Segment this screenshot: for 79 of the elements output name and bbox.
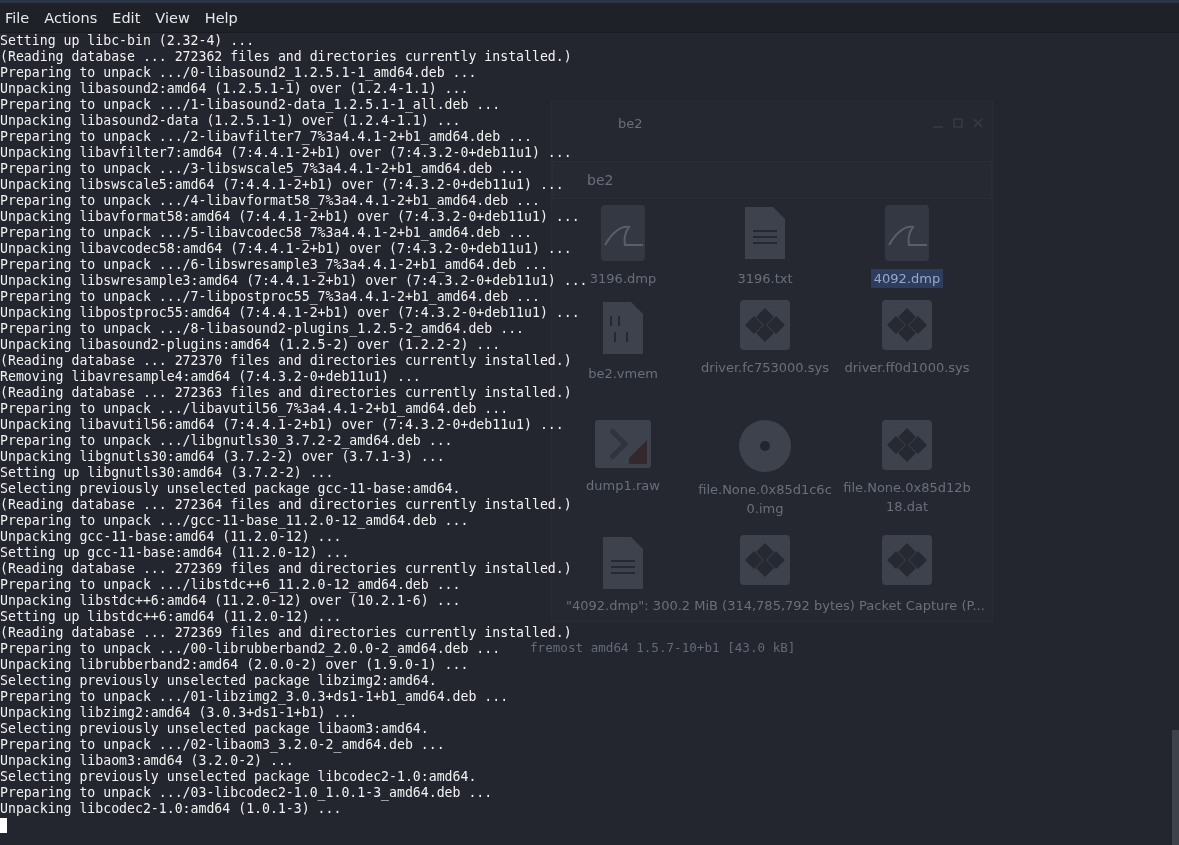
- window-title: be2: [618, 115, 644, 131]
- terminal-line: (Reading database ... 272362 files and directories currently installed.): [0, 49, 572, 65]
- terminal-line: Selecting previously unselected package libzimg2:amd64.: [0, 673, 437, 689]
- diamond-file-icon: [740, 300, 790, 350]
- diamond-file-icon: [882, 420, 932, 470]
- terminal-line: Preparing to unpack .../gcc-11-base_11.2.0-12_amd64.deb ...: [0, 513, 469, 529]
- terminal-line: Preparing to unpack .../02-libaom3_3.2.0-2_amd64.deb ...: [0, 737, 445, 753]
- terminal-line: Preparing to unpack .../6-libswresample3_7%3a4.4.1-2+b1_amd64.deb ...: [0, 257, 548, 273]
- terminal-line: Unpacking librubberband2:amd64 (2.0.0-2) over (1.9.0-1) ...: [0, 657, 469, 673]
- menu-item[interactable]: Actions: [41, 9, 106, 26]
- terminal-line: Preparing to unpack .../2-libavfilter7_7%3a4.4.1-2+b1_amd64.deb ...: [0, 129, 532, 145]
- diamond-file-icon: [882, 300, 932, 350]
- scrollbar-thumb[interactable]: [1172, 730, 1179, 845]
- terminal-line: Unpacking libavcodec58:amd64 (7:4.4.1-2+b1) over (7:4.3.2-0+deb11u1) ...: [0, 241, 572, 257]
- terminal-line: Unpacking gcc-11-base:amd64 (11.2.0-12) ...: [0, 529, 342, 545]
- terminal-line: Setting up gcc-11-base:amd64 (11.2.0-12) ...: [0, 545, 350, 561]
- path-text: be2: [587, 172, 615, 188]
- document-icon: [743, 205, 787, 261]
- terminal-line: Unpacking libzimg2:amd64 (3.0.3+ds1-1+b1) ...: [0, 705, 358, 721]
- terminal-line: Selecting previously unselected package libcodec2-1.0:amd64.: [0, 769, 477, 785]
- terminal-line: Preparing to unpack .../5-libavcodec58_7%3a4.4.1-2+b1_amd64.deb ...: [0, 225, 532, 241]
- file-name[interactable]: be2.vmem: [585, 364, 661, 383]
- file-name[interactable]: file.None.0x85d12b18.dat: [837, 478, 977, 516]
- menu-item[interactable]: File: [2, 9, 38, 26]
- terminal-line: Preparing to unpack .../00-librubberband2_2.0.0-2_amd64.deb ...: [0, 641, 501, 657]
- menu-item[interactable]: Help: [201, 9, 246, 26]
- terminal-line: Preparing to unpack .../7-libpostproc55_7%3a4.4.1-2+b1_amd64.deb ...: [0, 289, 540, 305]
- text-cursor: [0, 818, 7, 833]
- terminal-line: Unpacking libswscale5:amd64 (7:4.4.1-2+b1) over (7:4.3.2-0+deb11u1) ...: [0, 177, 564, 193]
- terminal-line: Preparing to unpack .../libgnutls30_3.7.2-2_amd64.deb ...: [0, 433, 453, 449]
- terminal-line: Unpacking libaom3:amd64 (3.2.0-2) ...: [0, 753, 294, 769]
- terminal-line: Preparing to unpack .../libavutil56_7%3a4.4.1-2+b1_amd64.deb ...: [0, 401, 509, 417]
- terminal-line: Removing libavresample4:amd64 (7:4.3.2-0+deb11u1) ...: [0, 369, 421, 385]
- file-name[interactable]: 4092.dmp: [870, 269, 944, 288]
- terminal-line: Unpacking libavformat58:amd64 (7:4.4.1-2+b1) over (7:4.3.2-0+deb11u1) ...: [0, 209, 580, 225]
- terminal-line: Preparing to unpack .../0-libasound2_1.2.5.1-1_amd64.deb ...: [0, 65, 477, 81]
- diamond-file-icon: [882, 535, 932, 585]
- terminal-line: Unpacking libstdc++6:amd64 (11.2.0-12) over (10.2.1-6) ...: [0, 593, 461, 609]
- terminal-line: Setting up libc-bin (2.32-4) ...: [0, 33, 255, 49]
- document-icon: [601, 535, 645, 591]
- terminal-line: Setting up libstdc++6:amd64 (11.2.0-12) ...: [0, 609, 342, 625]
- terminal-line: Preparing to unpack .../01-libzimg2_3.0.3+ds1-1+b1_amd64.deb ...: [0, 689, 509, 705]
- terminal-line: Preparing to unpack .../8-libasound2-plugins_1.2.5-2_amd64.deb ...: [0, 321, 524, 337]
- terminal-line: (Reading database ... 272364 files and directories currently installed.): [0, 497, 572, 513]
- file-name[interactable]: 3196.txt: [734, 269, 796, 288]
- terminal-line: (Reading database ... 272370 files and directories currently installed.): [0, 353, 572, 369]
- terminal-line: Selecting previously unselected package libaom3:amd64.: [0, 721, 429, 737]
- diamond-file-icon: [740, 535, 790, 585]
- terminal-line: Preparing to unpack .../3-libswscale5_7%3a4.4.1-2+b1_amd64.deb ...: [0, 161, 524, 177]
- terminal-line: Preparing to unpack .../03-libcodec2-1.0_1.0.1-3_amd64.deb ...: [0, 785, 493, 801]
- terminal-file-icon: [595, 420, 651, 468]
- terminal-line: Unpacking libcodec2-1.0:amd64 (1.0.1-3) ...: [0, 801, 342, 817]
- terminal-line: Unpacking libasound2-plugins:amd64 (1.2.5-2) over (1.2.2-2) ...: [0, 337, 501, 353]
- terminal-line: (Reading database ... 272369 files and directories currently installed.): [0, 625, 572, 641]
- menu-item[interactable]: View: [152, 9, 198, 26]
- terminal-line: (Reading database ... 272369 files and directories currently installed.): [0, 561, 572, 577]
- file-name[interactable]: 3196.dmp: [586, 269, 660, 288]
- terminal-line: Preparing to unpack .../libstdc++6_11.2.0-12_amd64.deb ...: [0, 577, 461, 593]
- terminal-line: Unpacking libavutil56:amd64 (7:4.4.1-2+b1) over (7:4.3.2-0+deb11u1) ...: [0, 417, 564, 433]
- terminal-line: Preparing to unpack .../1-libasound2-data_1.2.5.1-1_all.deb ...: [0, 97, 501, 113]
- background-terminal-line: fremost amd64 1.5.7-10+b1 [43.0 kB]: [530, 640, 796, 655]
- disc-icon: [739, 420, 791, 472]
- file-name[interactable]: dump1.raw: [583, 476, 663, 495]
- terminal-line: Selecting previously unselected package gcc-11-base:amd64.: [0, 481, 461, 497]
- terminal-line: Unpacking libswresample3:amd64 (7:4.4.1-2+b1) over (7:4.3.2-0+deb11u1) ...: [0, 273, 588, 289]
- terminal-line: Preparing to unpack .../4-libavformat58_7%3a4.4.1-2+b1_amd64.deb ...: [0, 193, 540, 209]
- menu-item[interactable]: Edit: [109, 9, 149, 26]
- file-name[interactable]: driver.ff0d1000.sys: [841, 358, 973, 377]
- terminal-line: Setting up libgnutls30:amd64 (3.7.2-2) ...: [0, 465, 334, 481]
- terminal-line: Unpacking libasound2-data (1.2.5.1-1) over (1.2.4-1.1) ...: [0, 113, 461, 129]
- status-text: "4092.dmp": 300.2 MiB (314,785,792 bytes) Packet Capture (P...: [566, 598, 985, 613]
- binary-file-icon: [601, 300, 645, 356]
- terminal-line: (Reading database ... 272363 files and directories currently installed.): [0, 385, 572, 401]
- terminal-line: Unpacking libgnutls30:amd64 (3.7.2-2) over (3.7.1-3) ...: [0, 449, 445, 465]
- file-name[interactable]: driver.fc753000.sys: [698, 358, 832, 377]
- file-name[interactable]: file.None.0x85d1c6c0.img: [695, 480, 835, 518]
- terminal-line: Unpacking libavfilter7:amd64 (7:4.4.1-2+b1) over (7:4.3.2-0+deb11u1) ...: [0, 145, 572, 161]
- terminal-line: Unpacking libasound2:amd64 (1.2.5.1-1) over (1.2.4-1.1) ...: [0, 81, 469, 97]
- terminal-line: Unpacking libpostproc55:amd64 (7:4.4.1-2+b1) over (7:4.3.2-0+deb11u1) ...: [0, 305, 580, 321]
